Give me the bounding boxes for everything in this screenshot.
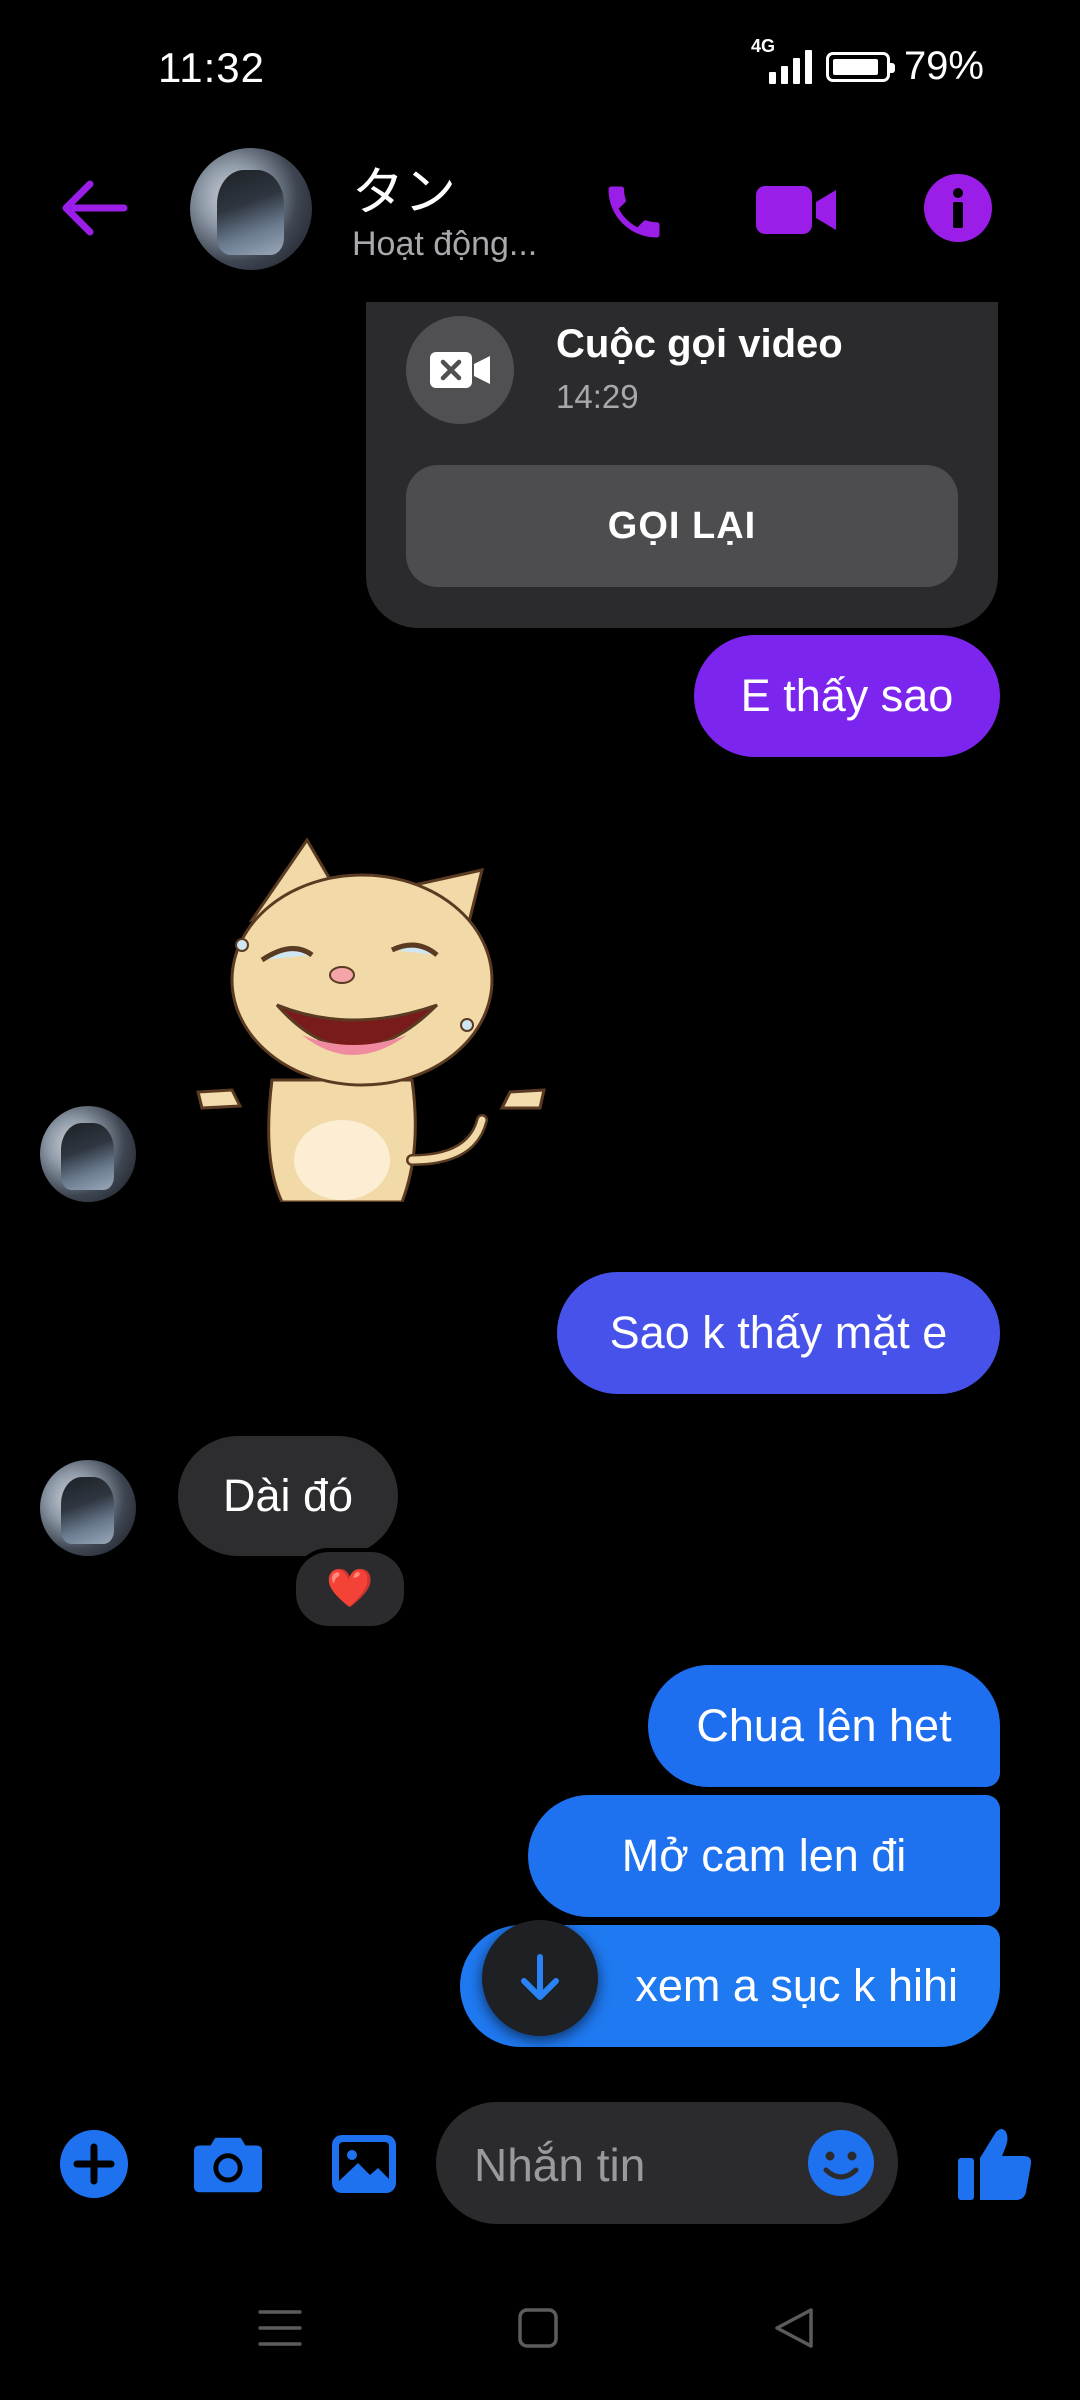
home-icon[interactable] (510, 2300, 566, 2356)
video-call-icon[interactable] (754, 178, 838, 242)
sent-message[interactable]: E thấy sao (694, 635, 1000, 757)
contact-avatar-small[interactable] (40, 1106, 136, 1202)
call-time: 14:29 (556, 378, 639, 415)
phone-icon[interactable] (596, 174, 672, 250)
battery-percent: 79% (903, 44, 984, 88)
cat-sticker[interactable] (192, 830, 552, 1204)
system-back-icon[interactable] (766, 2300, 822, 2356)
sent-message[interactable]: Chua lên het (648, 1665, 1000, 1787)
message-input[interactable]: Nhắn tin (436, 2102, 898, 2224)
sent-message[interactable]: Mở cam len đi (528, 1795, 1000, 1917)
sent-message[interactable]: Sao k thấy mặt e (557, 1272, 1000, 1394)
emoji-icon[interactable] (806, 2128, 876, 2198)
missed-video-icon (406, 316, 514, 424)
received-message[interactable]: Dài đó (178, 1436, 398, 1556)
call-back-button[interactable]: GỌI LẠI (406, 465, 958, 587)
network-label: 4G (750, 35, 775, 56)
contact-name[interactable]: タン (352, 150, 456, 225)
battery-icon (825, 51, 895, 82)
plus-icon[interactable] (58, 2128, 130, 2200)
signal-icon: 4G (751, 36, 812, 84)
message-placeholder: Nhắn tin (474, 2139, 646, 2191)
status-icons: 4G 79% (751, 36, 984, 89)
info-icon[interactable] (924, 174, 992, 242)
contact-avatar[interactable] (190, 148, 312, 270)
contact-avatar-small[interactable] (40, 1460, 136, 1556)
thumbs-up-icon[interactable] (954, 2124, 1034, 2204)
camera-icon[interactable] (192, 2128, 264, 2200)
back-arrow-icon[interactable] (60, 178, 128, 238)
menu-icon[interactable] (252, 2300, 308, 2356)
contact-status: Hoạt động... (352, 225, 538, 263)
status-time: 11:32 (158, 44, 265, 91)
gallery-icon[interactable] (328, 2128, 400, 2200)
call-title: Cuộc gọi video (556, 322, 843, 366)
scroll-down-arrow-icon[interactable] (482, 1920, 598, 2036)
missed-video-call-card: Cuộc gọi video 14:29 GỌI LẠI (366, 302, 998, 628)
heart-reaction[interactable]: ❤️ (292, 1548, 408, 1630)
